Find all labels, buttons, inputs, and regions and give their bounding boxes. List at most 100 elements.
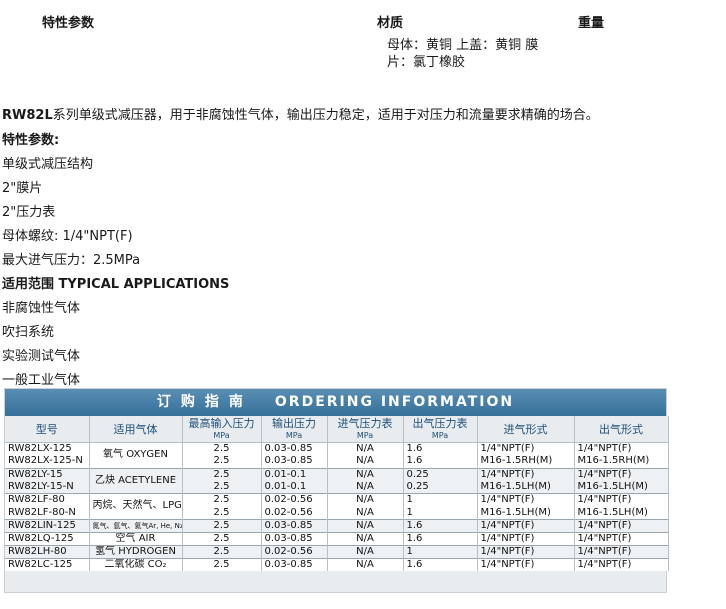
output-pressure-cell: 0.02-0.56 xyxy=(261,506,328,520)
feature-item: 2"压力表 xyxy=(2,205,56,220)
max-input-pressure-cell: 2.5 xyxy=(182,480,262,494)
column-header: 输出压力 MPa xyxy=(261,416,328,443)
inlet-gauge-cell: N/A xyxy=(327,480,404,494)
model-cell: RW82LY-15-N xyxy=(5,480,90,494)
feature-item: 最大进气压力：2.5MPa xyxy=(2,253,141,268)
column-header: 进气形式 xyxy=(477,416,575,443)
table-row: RW82LF-80 丙烷、天然气、LPG 2.5 0.02-0.56 N/A 1 1/4"N… xyxy=(5,493,669,520)
table-body: RW82LX-125 氧气 OXYGEN 2.5 0.03-0.85 N/A 1.6 1/4… xyxy=(5,442,669,572)
max-input-pressure-cell: 2.5 xyxy=(182,506,262,520)
model-cell: RW82LF-80-N xyxy=(5,506,90,520)
feature-item: 单级式减压结构 xyxy=(2,157,94,172)
outlet-type-cell: 1/4"NPT(F) xyxy=(574,467,669,481)
table-row: RW82LIN-125 氮气、氩气、氦气Ar, He, N₂ 2.5 0.03-0.8… xyxy=(5,518,669,533)
inlet-type-cell: M16-1.5LH(M) xyxy=(477,480,575,494)
max-input-pressure-cell: 2.5 xyxy=(182,467,262,481)
model-cell: RW82LY-15 xyxy=(5,467,90,481)
inlet-gauge-cell: N/A xyxy=(327,455,404,469)
outlet-type-cell: M16-1.5LH(M) xyxy=(574,506,669,520)
column-header-label: 最高输入压力 xyxy=(188,417,255,430)
application-item: 一般工业气体 xyxy=(2,373,81,388)
max-input-pressure-cell: 2.5 xyxy=(182,531,262,546)
features-heading: 特性参数: xyxy=(2,133,60,148)
model-cell: RW82LIN-125 xyxy=(5,518,90,533)
outlet-type-cell: 1/4"NPT(F) xyxy=(574,544,669,559)
feature-item: 2"膜片 xyxy=(2,181,43,196)
column-header-unit: MPa xyxy=(285,431,303,440)
inlet-gauge-cell: N/A xyxy=(327,544,404,559)
output-pressure-cell: 0.03-0.85 xyxy=(261,442,328,456)
column-header-unit: MPa xyxy=(431,431,449,440)
column-header-label: 出气形式 xyxy=(599,423,643,436)
inlet-gauge-cell: N/A xyxy=(327,557,404,572)
header-material: 材质 xyxy=(377,16,404,31)
max-input-pressure-cell: 2.5 xyxy=(182,493,262,507)
header-params: 特性参数 xyxy=(42,16,95,31)
output-pressure-cell: 0.03-0.85 xyxy=(261,531,328,546)
outlet-type-cell: 1/4"NPT(F) xyxy=(574,557,669,572)
outlet-type-cell: M16-1.5LH(M) xyxy=(574,480,669,494)
inlet-type-cell: 1/4"NPT(F) xyxy=(477,467,575,481)
max-input-pressure-cell: 2.5 xyxy=(182,455,262,469)
material-value: 母体：黄铜 上盖：黄铜 膜片：氯丁橡胶 xyxy=(387,38,539,70)
outlet-gauge-cell: 1 xyxy=(403,493,478,507)
outlet-gauge-cell: 1.6 xyxy=(403,518,478,533)
inlet-gauge-cell: N/A xyxy=(327,506,404,520)
inlet-type-cell: M16-1.5LH(M) xyxy=(477,506,575,520)
output-pressure-cell: 0.03-0.85 xyxy=(261,518,328,533)
inlet-type-cell: 1/4"NPT(F) xyxy=(477,493,575,507)
model-cell: RW82LF-80 xyxy=(5,493,90,507)
table-header-row: 型号 适用气体 最高输入压力 MPa 输出压力 MPa 进气压力表 MPa 出气压力表 MPa 进气… xyxy=(5,416,669,443)
table-row: RW82LX-125 氧气 OXYGEN 2.5 0.03-0.85 N/A 1.6 1/4… xyxy=(5,442,669,469)
outlet-gauge-cell: 1 xyxy=(403,544,478,559)
header-weight: 重量 xyxy=(578,16,605,31)
intro-description: 系列单级式减压器，用于非腐蚀性气体，输出压力稳定，适用于对压力和流量要求精确的场… xyxy=(52,108,599,123)
outlet-type-cell: 1/4"NPT(F) xyxy=(574,518,669,533)
inlet-gauge-cell: N/A xyxy=(327,442,404,456)
max-input-pressure-cell: 2.5 xyxy=(182,518,262,533)
outlet-gauge-cell: 1.6 xyxy=(403,557,478,572)
model-cell: RW82LC-125 xyxy=(5,557,90,572)
model-cell: RW82LX-125-N xyxy=(5,455,90,469)
inlet-type-cell: 1/4"NPT(F) xyxy=(477,442,575,456)
application-item: 非腐蚀性气体 xyxy=(2,301,81,316)
gas-cell: 丙烷、天然气、LPG xyxy=(89,493,183,520)
table-row: RW82LH-80 氢气 HYDROGEN 2.5 0.02-0.56 N/A 1 1/4"… xyxy=(5,544,669,559)
gas-cell: 氮气、氩气、氦气Ar, He, N₂ xyxy=(89,518,183,533)
inlet-type-cell: 1/4"NPT(F) xyxy=(477,544,575,559)
column-header-unit: MPa xyxy=(213,431,230,440)
column-header-label: 进气压力表 xyxy=(337,417,393,430)
model-cell: RW82LQ-125 xyxy=(5,531,90,546)
model-cell: RW82LX-125 xyxy=(5,442,90,456)
inlet-gauge-cell: N/A xyxy=(327,493,404,507)
ordering-grid: 型号 适用气体 最高输入压力 MPa 输出压力 MPa 进气压力表 MPa 出气压力表 MPa 进气… xyxy=(5,416,669,572)
gas-cell: 氢气 HYDROGEN xyxy=(89,544,183,559)
feature-item: 母体螺纹: 1/4"NPT(F) xyxy=(2,229,133,244)
application-item: 实验测试气体 xyxy=(2,349,81,364)
ordering-title: 订购指南 ORDERING INFORMATION xyxy=(5,389,666,416)
outlet-type-cell: 1/4"NPT(F) xyxy=(574,531,669,546)
ordering-information-table: 订购指南 ORDERING INFORMATION 型号 适用气体 最高输入压力 MPa… xyxy=(4,388,669,593)
intro-text: RW82L系列单级式减压器，用于非腐蚀性气体，输出压力稳定，适用于对压力和流量要… xyxy=(2,104,599,123)
column-header: 最高输入压力 MPa xyxy=(182,416,262,443)
max-input-pressure-cell: 2.5 xyxy=(182,544,262,559)
outlet-gauge-cell: 0.25 xyxy=(403,467,478,481)
model-cell: RW82LH-80 xyxy=(5,544,90,559)
application-item: 吹扫系统 xyxy=(2,325,55,340)
inlet-type-cell: M16-1.5RH(M) xyxy=(477,455,575,469)
gas-cell: 乙炔 ACETYLENE xyxy=(89,467,183,494)
column-header-label: 型号 xyxy=(35,423,58,436)
column-header: 型号 xyxy=(5,416,90,443)
column-header: 进气压力表 MPa xyxy=(327,416,404,443)
inlet-type-cell: 1/4"NPT(F) xyxy=(477,531,575,546)
gas-cell: 二氧化碳 CO₂ xyxy=(89,557,183,572)
intro-model: RW82L xyxy=(2,108,53,123)
output-pressure-cell: 0.03-0.85 xyxy=(261,455,328,469)
output-pressure-cell: 0.02-0.56 xyxy=(261,544,328,559)
outlet-gauge-cell: 1.6 xyxy=(403,455,478,469)
column-header-label: 输出压力 xyxy=(272,417,316,430)
column-header: 适用气体 xyxy=(89,416,183,443)
table-row: RW82LC-125 二氧化碳 CO₂ 2.5 0.03-0.85 N/A 1.6 1/4"… xyxy=(5,557,669,572)
output-pressure-cell: 0.03-0.85 xyxy=(261,557,328,572)
column-header: 出气压力表 MPa xyxy=(403,416,478,443)
